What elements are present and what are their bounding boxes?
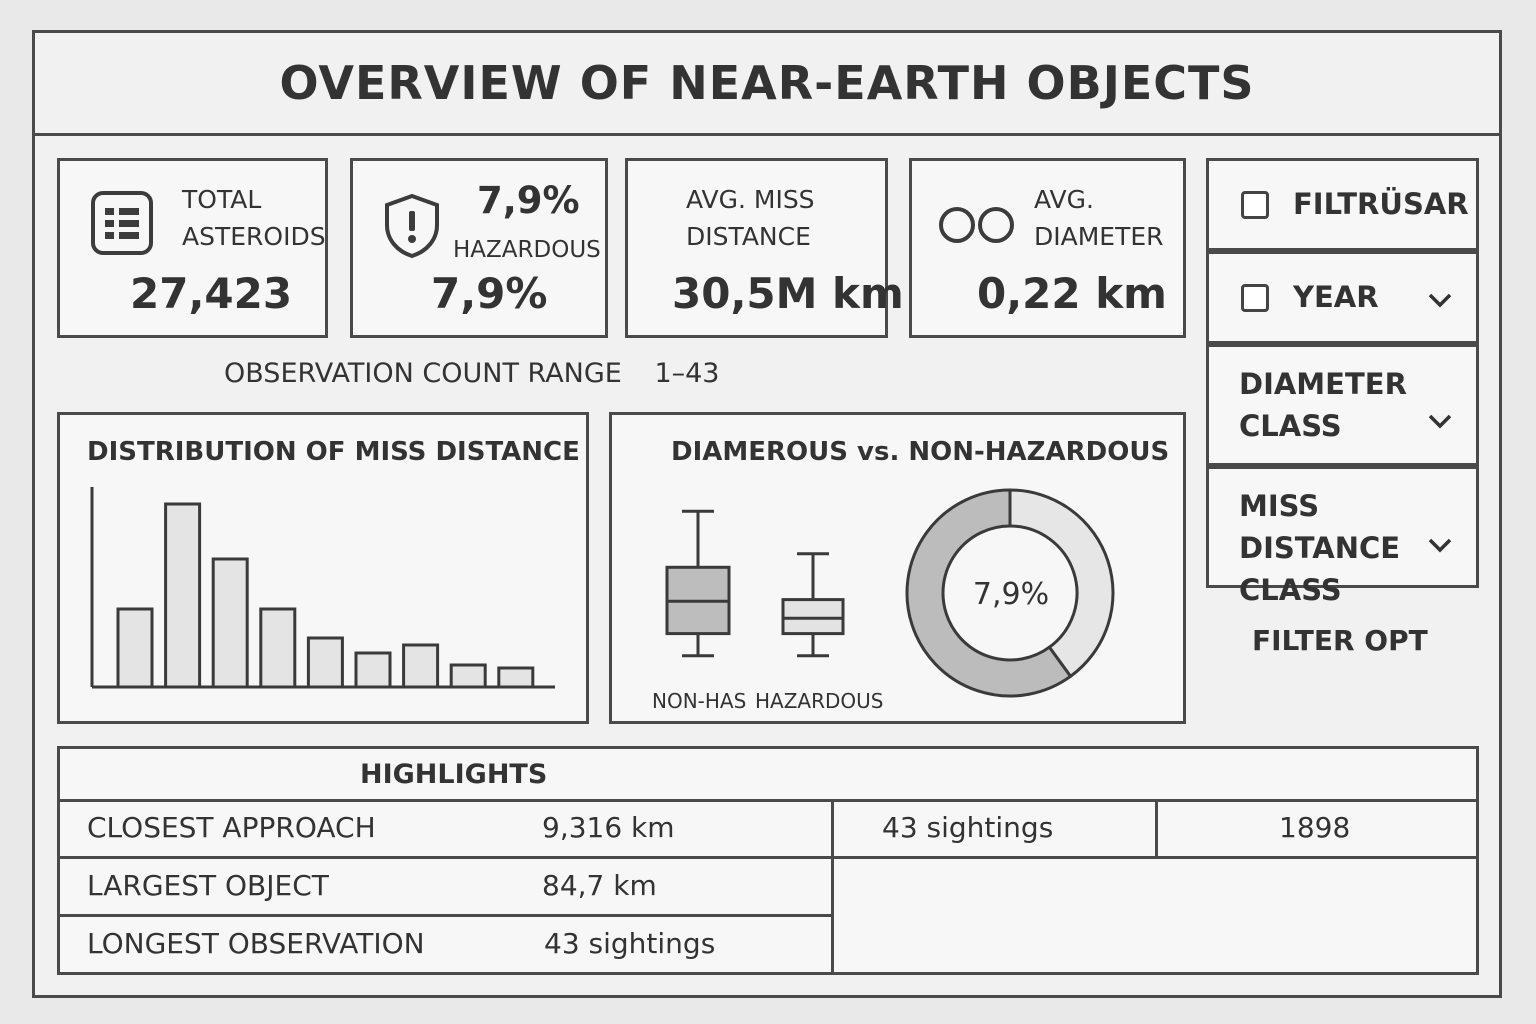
shield-alert-icon <box>385 193 439 259</box>
histogram-bar <box>259 607 297 689</box>
kpi-hazardous-top-value: 7,9% <box>477 179 580 222</box>
boxplot-label-non-hazardous: NON-HAS <box>652 689 747 713</box>
year-checkbox[interactable] <box>1241 284 1269 312</box>
hazard-comparison-panel: DIAMEROUS vs. NON-HAZARDOUS NON-HAS HAZA… <box>609 412 1186 724</box>
filter-checkbox[interactable] <box>1241 191 1269 219</box>
histogram-chart <box>90 487 555 689</box>
diameter-class-filter[interactable]: DIAMETER CLASS <box>1206 344 1479 466</box>
kpi-hazardous-value: 7,9% <box>431 269 548 318</box>
highlight-row-value: 43 sightings <box>544 927 716 960</box>
kpi-total-asteroids: TOTAL ASTEROIDS 27,423 <box>57 158 328 338</box>
divider <box>60 914 831 917</box>
filter-toggle[interactable]: FILTRÜSAR <box>1206 158 1479 251</box>
observation-range: OBSERVATION COUNT RANGE 1–43 <box>224 358 719 389</box>
divider <box>1155 799 1158 856</box>
histogram-bar <box>497 666 535 689</box>
year-filter[interactable]: YEAR <box>1206 251 1479 344</box>
kpi-diameter-label-2: DIAMETER <box>1034 222 1164 251</box>
year-label: YEAR <box>1293 280 1379 314</box>
histogram-bar <box>211 557 249 689</box>
divider <box>60 799 1476 802</box>
diameter-class-label-1: DIAMETER <box>1239 367 1407 401</box>
filter-options-label: FILTER OPT <box>1252 624 1428 657</box>
histogram-bar <box>354 651 392 689</box>
kpi-hazardous-label: HAZARDOUS <box>453 237 601 263</box>
boxplot-label-hazardous: HAZARDOUS <box>755 689 884 713</box>
chevron-down-icon[interactable] <box>1427 413 1453 429</box>
kpi-miss-label-1: AVG. MISS <box>686 185 815 214</box>
donut-center-label: 7,9% <box>972 577 1050 612</box>
kpi-total-label-2: ASTEROIDS <box>182 222 326 251</box>
highlight-row-label: LONGEST OBSERVATION <box>87 927 425 960</box>
grid-list-icon <box>91 191 153 255</box>
highlights-title: HIGHLIGHTS <box>360 759 548 790</box>
kpi-total-label-1: TOTAL <box>182 185 262 214</box>
histogram-bar <box>402 643 440 689</box>
boxplot-box <box>781 598 845 636</box>
observation-range-label: OBSERVATION COUNT RANGE <box>224 358 622 389</box>
chevron-down-icon[interactable] <box>1427 292 1453 308</box>
highlight-row-value: 84,7 km <box>542 869 657 902</box>
divider <box>60 856 1476 859</box>
miss-class-label-2: CLASS <box>1239 573 1342 607</box>
title-bar: OVERVIEW OF NEAR-EARTH OBJECTS <box>32 30 1502 136</box>
miss-distance-histogram-panel: DISTRIBUTION OF MISS DISTANCE <box>57 412 589 724</box>
kpi-miss-value: 30,5M km <box>672 269 904 318</box>
kpi-avg-diameter: AVG. DIAMETER 0,22 km <box>909 158 1186 338</box>
kpi-diameter-label-1: AVG. <box>1034 185 1094 214</box>
diameter-class-label-2: CLASS <box>1239 409 1342 443</box>
kpi-diameter-value: 0,22 km <box>977 269 1167 318</box>
histogram-bar <box>449 663 487 689</box>
observation-range-value: 1–43 <box>654 358 720 389</box>
kpi-hazardous: 7,9% HAZARDOUS 7,9% <box>350 158 608 338</box>
highlight-extra-year: 1898 <box>1279 811 1351 844</box>
highlight-row-label: LARGEST OBJECT <box>87 869 329 902</box>
divider <box>831 799 834 972</box>
filter-label: FILTRÜSAR <box>1293 187 1469 221</box>
highlight-row-value: 9,316 km <box>542 811 675 844</box>
kpi-avg-miss-distance: AVG. MISS DISTANCE 30,5M km <box>625 158 904 338</box>
miss-class-label-1: MISS DISTANCE <box>1239 489 1401 565</box>
highlights-table: HIGHLIGHTS CLOSEST APPROACH 9,316 km 43 … <box>57 746 1479 975</box>
chevron-down-icon[interactable] <box>1427 537 1453 553</box>
histogram-bar <box>306 636 344 689</box>
highlight-row-label: CLOSEST APPROACH <box>87 811 376 844</box>
miss-distance-class-filter[interactable]: MISS DISTANCE CLASS <box>1206 466 1479 607</box>
kpi-total-value: 27,423 <box>130 269 293 318</box>
kpi-miss-label-2: DISTANCE <box>686 222 811 251</box>
double-circle-icon <box>939 207 1014 243</box>
histogram-bar <box>164 502 202 689</box>
highlight-extra-sightings: 43 sightings <box>882 811 1054 844</box>
page-title: OVERVIEW OF NEAR-EARTH OBJECTS <box>279 56 1255 110</box>
histogram-bar <box>116 607 154 689</box>
